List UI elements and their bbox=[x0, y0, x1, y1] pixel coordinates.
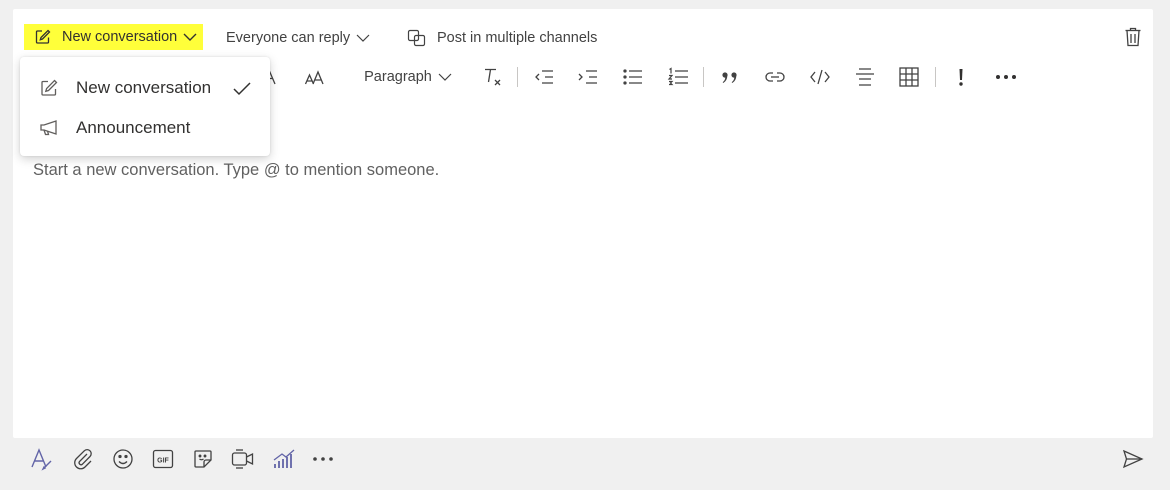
emoji-icon[interactable] bbox=[111, 447, 135, 471]
menu-item-new-conversation[interactable]: New conversation bbox=[20, 68, 270, 108]
chevron-down-icon bbox=[183, 32, 197, 42]
clear-formatting-icon[interactable] bbox=[481, 65, 505, 89]
sticker-icon[interactable] bbox=[191, 447, 215, 471]
menu-item-announcement[interactable]: Announcement bbox=[20, 108, 270, 148]
send-icon[interactable] bbox=[1122, 449, 1144, 474]
checkmark-icon bbox=[233, 81, 251, 101]
post-type-menu: New conversation Announcement bbox=[20, 57, 270, 156]
attach-icon[interactable] bbox=[71, 447, 95, 471]
trash-icon[interactable] bbox=[1124, 26, 1142, 48]
toolbar-divider bbox=[517, 67, 518, 87]
multiple-channels-icon bbox=[407, 29, 427, 47]
mark-important-icon[interactable] bbox=[951, 65, 971, 89]
edit-icon bbox=[34, 28, 52, 46]
post-type-label: New conversation bbox=[62, 29, 178, 45]
code-snippet-icon[interactable] bbox=[808, 65, 832, 89]
menu-item-label: New conversation bbox=[76, 78, 212, 97]
reply-setting-dropdown[interactable]: Everyone can reply bbox=[226, 26, 370, 50]
menu-item-label: Announcement bbox=[76, 118, 191, 137]
toolbar-divider bbox=[935, 67, 936, 87]
chevron-down-icon bbox=[438, 72, 452, 82]
decrease-indent-icon[interactable] bbox=[532, 65, 556, 89]
link-icon[interactable] bbox=[763, 65, 787, 89]
quote-icon[interactable] bbox=[718, 65, 742, 89]
post-multiple-channels-label: Post in multiple channels bbox=[437, 30, 598, 46]
post-multiple-channels-button[interactable]: Post in multiple channels bbox=[407, 26, 597, 50]
table-icon[interactable] bbox=[897, 65, 921, 89]
paragraph-label: Paragraph bbox=[364, 69, 432, 85]
chevron-down-icon bbox=[356, 33, 370, 43]
paragraph-style-dropdown[interactable]: Paragraph bbox=[362, 65, 454, 89]
svg-text:GIF: GIF bbox=[157, 458, 169, 465]
increase-indent-icon[interactable] bbox=[576, 65, 600, 89]
megaphone-icon bbox=[39, 118, 61, 143]
praise-icon[interactable] bbox=[272, 447, 296, 471]
font-size-icon[interactable] bbox=[303, 65, 327, 89]
edit-icon bbox=[39, 78, 59, 103]
bulleted-list-icon[interactable] bbox=[621, 65, 645, 89]
meet-now-icon[interactable] bbox=[231, 447, 255, 471]
horizontal-rule-icon[interactable] bbox=[853, 65, 877, 89]
reply-setting-label: Everyone can reply bbox=[226, 30, 351, 46]
more-options-icon[interactable] bbox=[994, 65, 1018, 89]
compose-bottom-bar: GIF bbox=[0, 438, 1170, 490]
message-editor-placeholder[interactable]: Start a new conversation. Type @ to ment… bbox=[33, 161, 439, 180]
format-icon[interactable] bbox=[30, 447, 54, 471]
toolbar-divider bbox=[703, 67, 704, 87]
post-type-dropdown[interactable]: New conversation bbox=[24, 24, 204, 50]
more-icon[interactable] bbox=[311, 447, 335, 471]
numbered-list-icon[interactable] bbox=[666, 65, 690, 89]
gif-icon[interactable]: GIF bbox=[151, 447, 175, 471]
